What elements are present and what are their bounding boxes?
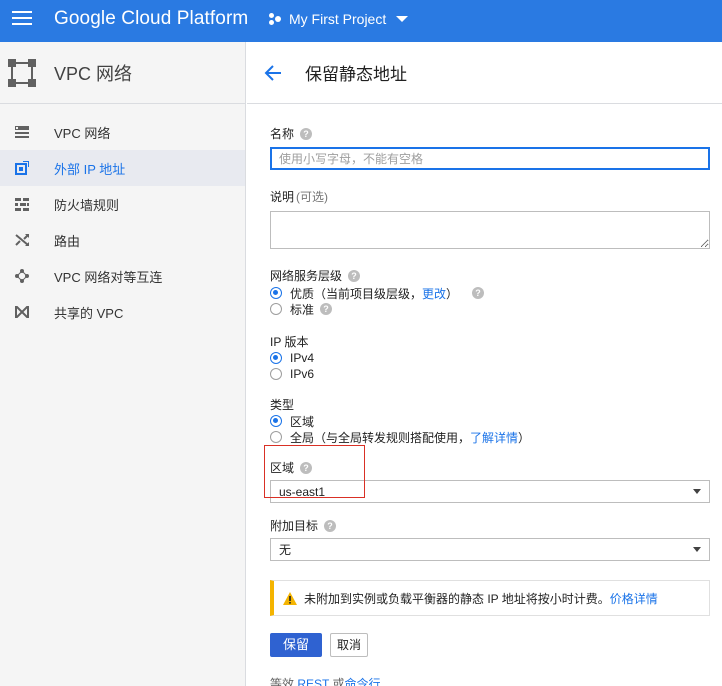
- help-icon[interactable]: ?: [320, 303, 333, 315]
- routes-icon: [14, 232, 30, 248]
- regional-label: 区域: [290, 414, 315, 429]
- radio-unselected[interactable]: [270, 303, 282, 315]
- page-title: 保留静态地址: [305, 65, 407, 84]
- sidebar-item-firewall[interactable]: 防火墙规则: [0, 186, 245, 222]
- sidebar-item-label: 防火墙规则: [54, 197, 120, 213]
- type-option-regional[interactable]: 区域: [270, 413, 710, 429]
- form-actions: 保留 取消: [270, 633, 710, 657]
- type-option-global[interactable]: 全局（与全局转发规则搭配使用， 了解详情 ）: [270, 429, 710, 445]
- change-tier-link[interactable]: 更改: [422, 285, 446, 302]
- rest-link[interactable]: REST: [297, 677, 329, 686]
- ip-version-label: IP 版本: [270, 335, 309, 349]
- attach-value: 无: [279, 543, 292, 557]
- sidebar-item-peering[interactable]: VPC 网络对等互连: [0, 258, 245, 294]
- warning-icon: [283, 591, 297, 605]
- sidebar-item-vpc-networks[interactable]: VPC 网络: [0, 114, 245, 150]
- dropdown-arrow-icon: [693, 547, 701, 552]
- ip-option-ipv6[interactable]: IPv6: [270, 366, 710, 382]
- reserve-address-form: 名称 ? 说明 (可选) 网络服务层级 ? 优质（当前项目级层级， 更改 ） ?…: [270, 125, 710, 686]
- help-icon[interactable]: ?: [348, 269, 361, 282]
- attach-label-row: 附加目标 ?: [270, 517, 710, 534]
- external-ip-icon: [14, 160, 30, 176]
- project-dots-icon: [268, 12, 282, 26]
- optional-label: (可选): [296, 190, 329, 204]
- type-label: 类型: [270, 398, 295, 412]
- pricing-details-link[interactable]: 价格详情: [610, 590, 658, 607]
- hamburger-menu-icon[interactable]: [12, 11, 32, 29]
- shared-vpc-icon: [14, 304, 30, 320]
- back-arrow-icon[interactable]: [263, 63, 283, 83]
- name-label-row: 名称 ?: [270, 125, 710, 142]
- command-line-link[interactable]: 命令行: [345, 677, 381, 686]
- tier-label: 网络服务层级: [270, 269, 343, 283]
- dropdown-arrow-icon: [693, 489, 701, 494]
- brand-title[interactable]: Google Cloud Platform: [54, 8, 248, 30]
- main-panel: 保留静态地址 名称 ? 说明 (可选) 网络服务层级 ? 优质（当前项目级层级，…: [247, 42, 722, 686]
- vpc-network-icon: [14, 124, 30, 140]
- cancel-button[interactable]: 取消: [330, 633, 369, 657]
- ipv4-label: IPv4: [290, 351, 315, 365]
- sidebar-item-label: 共享的 VPC: [54, 305, 124, 321]
- radio-unselected[interactable]: [270, 368, 282, 380]
- vpc-product-icon: [8, 58, 36, 87]
- tier-premium-label: 优质（当前项目级层级，: [290, 286, 423, 301]
- sidebar-item-label: 外部 IP 地址: [54, 161, 126, 177]
- sidebar-title: VPC 网络: [54, 63, 133, 84]
- description-label-row: 说明 (可选): [270, 188, 710, 205]
- attach-select[interactable]: 无: [270, 538, 710, 561]
- sidebar-nav: VPC 网络 外部 IP 地址 防火墙规则 路由 VPC 网络对等互连 共享的 …: [0, 114, 245, 330]
- help-icon[interactable]: ?: [472, 287, 485, 299]
- tier-label-row: 网络服务层级 ?: [270, 267, 710, 284]
- page-header: 保留静态地址: [247, 42, 722, 104]
- description-label: 说明: [270, 190, 295, 204]
- pricing-warning: 未附加到实例或负载平衡器的静态 IP 地址将按小时计费。 价格详情: [270, 580, 710, 616]
- region-highlight-box: [264, 445, 365, 498]
- sidebar: VPC 网络 VPC 网络 外部 IP 地址 防火墙规则 路由 VPC 网络对等…: [0, 42, 246, 686]
- attach-label: 附加目标: [270, 519, 319, 533]
- global-suffix: ）: [518, 430, 531, 445]
- tier-premium-suffix: ）: [446, 286, 459, 301]
- top-app-bar: Google Cloud Platform My First Project: [0, 0, 722, 42]
- warning-text: 未附加到实例或负载平衡器的静态 IP 地址将按小时计费。: [304, 591, 610, 606]
- tier-option-standard[interactable]: 标准 ?: [270, 301, 710, 317]
- global-label: 全局（与全局转发规则搭配使用，: [290, 430, 471, 445]
- sidebar-item-label: 路由: [54, 233, 81, 249]
- project-selector[interactable]: My First Project: [268, 11, 409, 27]
- equiv-prefix: 等效: [270, 677, 295, 686]
- radio-selected[interactable]: [270, 352, 282, 364]
- sidebar-item-label: VPC 网络: [54, 125, 111, 141]
- name-input[interactable]: [270, 147, 710, 170]
- sidebar-header: VPC 网络: [0, 42, 245, 104]
- radio-selected[interactable]: [270, 415, 282, 427]
- sidebar-item-shared-vpc[interactable]: 共享的 VPC: [0, 294, 245, 330]
- name-label: 名称: [270, 127, 295, 141]
- equiv-or: 或: [332, 677, 345, 686]
- ipv6-label: IPv6: [290, 367, 315, 381]
- help-icon[interactable]: ?: [324, 519, 337, 532]
- sidebar-item-label: VPC 网络对等互连: [54, 269, 163, 285]
- reserve-button[interactable]: 保留: [270, 633, 323, 657]
- tier-option-premium[interactable]: 优质（当前项目级层级， 更改 ） ?: [270, 285, 710, 301]
- equivalent-links: 等效 REST 或命令行: [270, 675, 710, 686]
- radio-selected[interactable]: [270, 287, 282, 299]
- sidebar-item-external-ip[interactable]: 外部 IP 地址: [0, 150, 245, 186]
- peering-icon: [14, 268, 30, 284]
- chevron-down-icon: [396, 16, 409, 22]
- sidebar-item-routes[interactable]: 路由: [0, 222, 245, 258]
- radio-unselected[interactable]: [270, 431, 282, 443]
- project-name: My First Project: [289, 11, 387, 27]
- firewall-icon: [14, 196, 30, 212]
- learn-more-link[interactable]: 了解详情: [470, 429, 518, 446]
- tier-standard-label: 标准: [290, 302, 315, 317]
- help-icon[interactable]: ?: [300, 127, 313, 140]
- ip-option-ipv4[interactable]: IPv4: [270, 350, 710, 366]
- description-input[interactable]: [270, 211, 710, 249]
